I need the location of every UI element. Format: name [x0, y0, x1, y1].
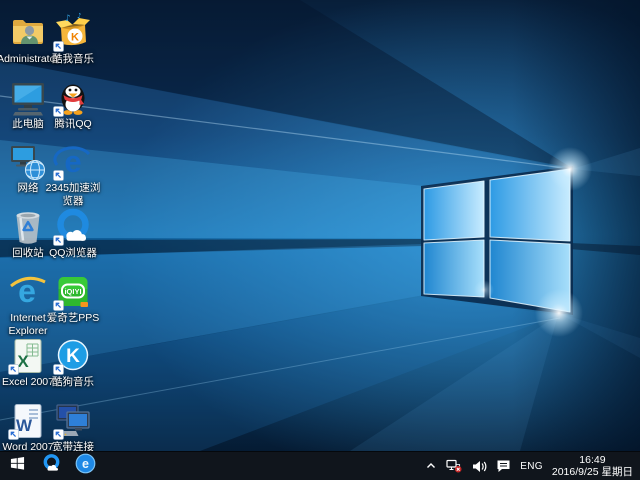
taskbar-2345-browser-button[interactable]: e — [68, 452, 102, 480]
kugou-music-icon: K — [53, 335, 93, 375]
system-tray: ENG 16:49 2016/9/25 星期日 — [425, 452, 640, 480]
hidden-icons-chevron[interactable] — [425, 460, 437, 472]
clock-date: 2016/9/25 星期日 — [552, 466, 633, 479]
svg-text:X: X — [17, 352, 29, 371]
shortcut-arrow-icon — [53, 170, 64, 181]
desktop-icon-label: 爱奇艺PPS — [47, 312, 100, 325]
qq-browser-icon — [41, 453, 62, 479]
desktop-icon-label: 2345加速浏览器 — [41, 182, 105, 208]
desktop-icon-label: 酷狗音乐 — [52, 376, 94, 389]
desktop-icon-label: QQ浏览器 — [49, 247, 97, 260]
shortcut-arrow-icon — [53, 429, 64, 440]
shortcut-arrow-icon — [53, 235, 64, 246]
shortcut-arrow-icon — [53, 300, 64, 311]
windows-logo-icon — [10, 456, 25, 476]
desktop-icon-label: 网络 — [18, 182, 39, 195]
svg-text:K: K — [66, 346, 80, 367]
svg-text:K: K — [71, 32, 79, 44]
desktop-icon-label: 宽带连接 — [52, 441, 94, 451]
desktop[interactable]: Administrator 此电脑 — [0, 0, 640, 451]
desktop-icon-2345-browser[interactable]: e 2345加速浏览器 — [41, 141, 105, 208]
desktop-icon-kuwo-music[interactable]: K ♪ ♪ 酷我音乐 — [41, 12, 105, 66]
taskbar: e ENG — [0, 451, 640, 480]
desktop-icon-label: 腾讯QQ — [54, 118, 91, 131]
kuwo-music-icon: K ♪ ♪ — [53, 12, 93, 52]
shortcut-arrow-icon — [53, 364, 64, 375]
shortcut-arrow-icon — [53, 106, 64, 117]
desktop-icon-tencent-qq[interactable]: 腾讯QQ — [41, 77, 105, 131]
desktop-icon-label: 酷我音乐 — [52, 53, 94, 66]
language-indicator[interactable]: ENG — [520, 461, 543, 472]
broadband-connection-icon — [53, 400, 93, 440]
shortcut-arrow-icon — [53, 41, 64, 52]
blue-e-sphere-icon: e — [75, 453, 96, 479]
svg-text:♪: ♪ — [77, 12, 81, 20]
tencent-qq-icon — [53, 77, 93, 117]
taskbar-clock[interactable]: 16:49 2016/9/25 星期日 — [552, 454, 633, 479]
action-center-icon[interactable] — [496, 459, 511, 473]
shortcut-arrow-icon — [8, 364, 19, 375]
desktop-icon-iqiyi-pps[interactable]: iQIYI 爱奇艺PPS — [41, 271, 105, 325]
clock-time: 16:49 — [552, 454, 633, 467]
taskbar-qq-browser-button[interactable] — [34, 452, 68, 480]
network-disconnected-icon[interactable] — [446, 459, 463, 473]
desktop-icon-qq-browser[interactable]: QQ浏览器 — [41, 206, 105, 260]
svg-text:e: e — [82, 457, 89, 471]
volume-icon[interactable] — [472, 460, 487, 473]
qq-browser-icon — [53, 206, 93, 246]
2345-browser-icon: e — [53, 141, 93, 181]
shortcut-arrow-icon — [8, 429, 19, 440]
desktop-icon-label: 回收站 — [12, 247, 44, 260]
start-button[interactable] — [0, 452, 34, 480]
svg-text:♪: ♪ — [65, 14, 71, 24]
desktop-icon-broadband-connection[interactable]: 宽带连接 — [41, 400, 105, 451]
desktop-icon-label: 此电脑 — [12, 118, 44, 131]
desktop-icon-kugou-music[interactable]: K 酷狗音乐 — [41, 335, 105, 389]
iqiyi-pps-icon: iQIYI — [53, 271, 93, 311]
svg-text:iQIYI: iQIYI — [64, 287, 81, 296]
